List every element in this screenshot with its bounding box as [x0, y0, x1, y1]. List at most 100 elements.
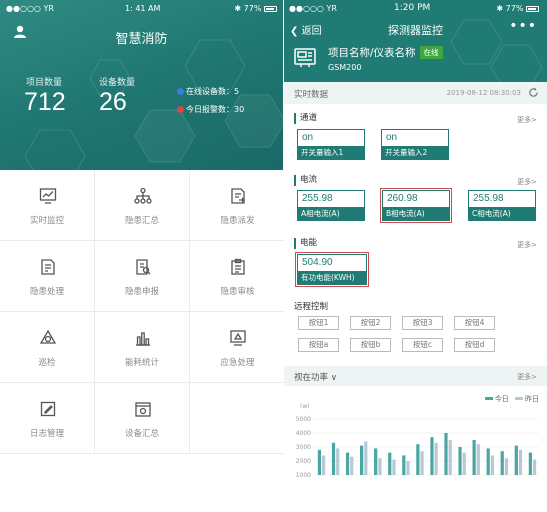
detector-monitor-screen: ●●○○○ YR 1:20 PM ✱ 77% ❮ 返回 探测器监控 ••• 项目… [284, 0, 547, 512]
battery-percent: 77% [505, 4, 524, 13]
emergency-icon [230, 330, 246, 346]
bar-stats-icon [136, 332, 150, 346]
channel-key: 开关量输入1 [298, 146, 364, 159]
power-more-link[interactable]: 更多> [517, 372, 537, 382]
channel-more-link[interactable]: 更多> [517, 115, 537, 125]
bar-today [430, 437, 434, 475]
remote-button-a[interactable]: 按钮a [298, 338, 339, 352]
menu-energy-stats[interactable]: 能耗统计 [95, 312, 190, 383]
bar-yesterday [448, 440, 452, 475]
remote-button-3[interactable]: 按钮3 [402, 316, 443, 330]
status-bar: ●●○○○ YR 1: 41 AM ✱ 77% [0, 0, 283, 16]
current-value: 255.98 [473, 193, 504, 204]
remote-button-1[interactable]: 按钮1 [298, 316, 339, 330]
bar-yesterday [322, 455, 326, 475]
bar-yesterday [504, 458, 509, 475]
menu-label: 能耗统计 [124, 358, 159, 368]
bar-today [317, 449, 322, 475]
menu-log-management[interactable]: 日志管理 [0, 383, 95, 454]
channel-input-2-card: on 开关量输入2 [381, 129, 449, 160]
monitor-chart-icon [39, 188, 57, 204]
today-alarms-row: 今日报警数：30 [177, 104, 244, 115]
current-key: A相电流(A) [298, 207, 364, 220]
device-summary-icon [135, 402, 151, 417]
apparent-power-bar: 视在功率 ∨ 更多> [284, 366, 547, 386]
menu-label: 日志管理 [29, 429, 64, 439]
remote-control-title: 远程控制 [294, 302, 329, 312]
bar-today [486, 448, 490, 475]
clock-label: 1: 41 AM [125, 4, 161, 13]
bluetooth-icon: ✱ [234, 4, 242, 13]
channel-value: on [386, 132, 398, 143]
y-tick-label: 2000 [296, 458, 311, 465]
realtime-timestamp: 2019-08-12 08:30:03 [446, 89, 521, 97]
bar-yesterday [532, 459, 537, 475]
current-key: C相电流(A) [469, 207, 535, 220]
phase-c-current-card: 255.98 C相电流(A) [468, 190, 536, 221]
channel-input-1-card: on 开关量输入1 [297, 129, 365, 160]
energy-more-link[interactable]: 更多> [517, 240, 537, 250]
remote-button-c[interactable]: 按钮c [402, 338, 443, 352]
power-dropdown[interactable]: 视在功率 ∨ [294, 371, 337, 383]
project-count-value: 712 [24, 88, 66, 116]
menu-device-summary[interactable]: 设备汇总 [95, 383, 190, 454]
today-alarms-value: 30 [234, 105, 245, 114]
remote-button-4[interactable]: 按钮4 [454, 316, 495, 330]
menu-hazard-summary[interactable]: 隐患汇总 [95, 170, 190, 241]
y-tick-label: 3000 [296, 444, 311, 451]
remote-button-d[interactable]: 按钮d [454, 338, 495, 352]
phase-a-current-card: 255.98 A相电流(A) [297, 190, 365, 221]
battery-indicator: ✱ 77% [496, 4, 539, 13]
menu-hazard-report[interactable]: 隐患申报 [95, 241, 190, 312]
doc-dispatch-icon [231, 188, 245, 204]
bar-yesterday [518, 449, 523, 475]
bar-yesterday [434, 442, 438, 475]
bar-today [374, 448, 378, 475]
alarm-dot-icon [177, 106, 184, 113]
bar-today [500, 451, 504, 475]
bar-today [444, 433, 448, 475]
realtime-label: 实时数据 [294, 90, 329, 100]
menu-hazard-review[interactable]: 隐患审核 [190, 241, 285, 312]
org-tree-icon [134, 187, 152, 204]
today-alarms-label: 今日报警数： [186, 105, 234, 114]
phase-b-current-card: 260.98 B相电流(A) [380, 188, 452, 223]
bar-today [360, 445, 364, 475]
energy-key: 有功电能(KWH) [298, 271, 366, 284]
current-key: B相电流(A) [383, 207, 449, 220]
bluetooth-icon: ✱ [496, 4, 504, 13]
realtime-data-bar: 实时数据 2019-08-12 08:30:03 [284, 82, 547, 104]
current-more-link[interactable]: 更多> [517, 177, 537, 187]
menu-realtime-monitor[interactable]: 实时监控 [0, 170, 95, 241]
log-edit-icon [40, 401, 56, 417]
bar-today [345, 452, 350, 475]
online-badge: 在线 [419, 46, 443, 59]
page-title: 探测器监控 [388, 24, 443, 37]
current-value: 255.98 [302, 193, 333, 204]
bar-yesterday [476, 444, 480, 475]
detector-header: ●●○○○ YR 1:20 PM ✱ 77% ❮ 返回 探测器监控 ••• 项目… [284, 0, 547, 82]
more-menu-icon[interactable]: ••• [509, 18, 537, 34]
remote-button-2[interactable]: 按钮2 [350, 316, 391, 330]
menu-label: 隐患处理 [29, 287, 64, 297]
apparent-power-chart: (w) 1000 2000 3000 4000 5000 [296, 403, 539, 478]
battery-percent: 77% [243, 4, 262, 13]
menu-patrol[interactable]: 巡检 [0, 312, 95, 383]
menu-hazard-process[interactable]: 隐患处理 [0, 241, 95, 312]
bar-yesterday [392, 459, 396, 475]
menu-label: 实时监控 [29, 216, 64, 226]
menu-label: 隐患审核 [220, 287, 255, 297]
menu-emergency[interactable]: 应急处理 [190, 312, 285, 383]
remote-button-b[interactable]: 按钮b [350, 338, 391, 352]
current-value: 260.98 [387, 193, 418, 204]
channel-value: on [302, 132, 314, 143]
refresh-icon[interactable] [528, 87, 539, 98]
menu-hazard-dispatch[interactable]: 隐患派发 [190, 170, 285, 241]
bar-yesterday [490, 455, 494, 475]
bar-yesterday [364, 441, 368, 475]
menu-label: 隐患申报 [124, 287, 159, 297]
online-devices-row: 在线设备数：5 [177, 86, 239, 97]
chevron-down-icon: ∨ [330, 373, 337, 383]
bar-yesterday [378, 458, 382, 475]
menu-empty-cell [190, 383, 285, 454]
